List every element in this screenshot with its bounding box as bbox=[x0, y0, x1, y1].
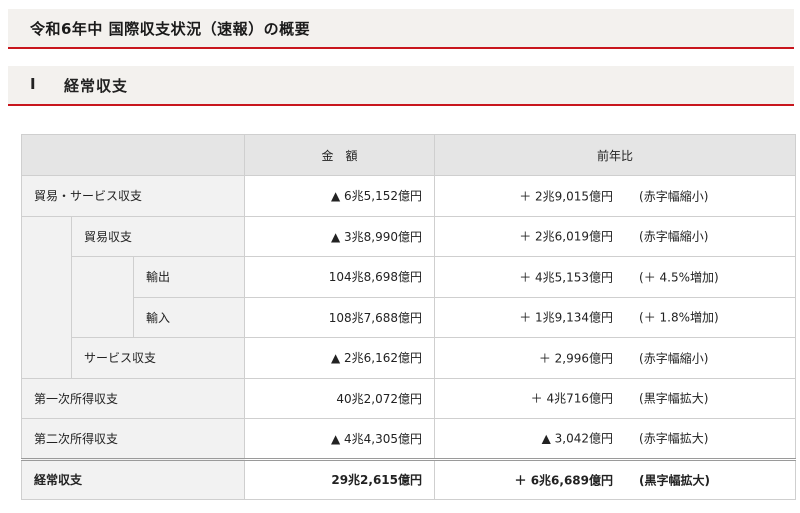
row-amount: ▲ 3兆8,990億円 bbox=[244, 215, 436, 257]
table-row: 貿易・サービス収支 ▲ 6兆5,152億円 ＋ 2兆9,015億円 (赤字幅縮小… bbox=[20, 175, 797, 217]
row-yoy: ＋ 2兆9,015億円 (赤字幅縮小) bbox=[434, 175, 797, 217]
row-label: 貿易・サービス収支 bbox=[20, 175, 246, 217]
row-note: (赤字幅縮小) bbox=[639, 189, 709, 204]
row-change: ＋ 2兆9,015億円 bbox=[519, 189, 614, 204]
row-amount: 29兆2,615億円 bbox=[244, 457, 436, 500]
row-label: サービス収支 bbox=[70, 337, 246, 379]
page-title-bar: 令和6年中 国際収支状況（速報）の概要 bbox=[8, 9, 794, 49]
row-note: (赤字幅縮小) bbox=[639, 351, 709, 366]
row-yoy: ＋ 4兆716億円 (黒字幅拡大) bbox=[434, 377, 797, 419]
row-label: 貿易収支 bbox=[70, 215, 246, 257]
row-label: 経常収支 bbox=[20, 457, 246, 500]
row-amount: ▲ 6兆5,152億円 bbox=[244, 175, 436, 217]
table-row: 第一次所得収支 40兆2,072億円 ＋ 4兆716億円 (黒字幅拡大) bbox=[20, 377, 797, 419]
row-yoy: ＋ 6兆6,689億円 (黒字幅拡大) bbox=[434, 457, 797, 500]
table-row: 貿易収支 ▲ 3兆8,990億円 ＋ 2兆6,019億円 (赤字幅縮小) bbox=[21, 215, 797, 379]
row-yoy: ＋ 2兆6,019億円 (赤字幅縮小) bbox=[434, 215, 797, 257]
header-amount: 金 額 bbox=[244, 134, 436, 176]
table-row: サービス収支 ▲ 2兆6,162億円 ＋ 2,996億円 (赤字幅縮小) bbox=[22, 337, 797, 379]
section-number: Ⅰ bbox=[30, 75, 36, 93]
table-row: 輸入 108兆7,688億円 ＋ 1兆9,134億円 (＋ 1.8%増加) bbox=[22, 296, 797, 338]
row-amount: ▲ 4兆4,305億円 bbox=[244, 418, 436, 460]
indent-spacer bbox=[71, 256, 134, 338]
row-yoy: ▲ 3,042億円 (赤字幅拡大) bbox=[434, 418, 797, 460]
indent-spacer bbox=[21, 215, 72, 379]
row-note: (黒字幅拡大) bbox=[639, 473, 710, 488]
row-label: 第一次所得収支 bbox=[20, 377, 246, 419]
row-change: ▲ 3,042億円 bbox=[541, 431, 614, 446]
row-change: ＋ 2兆6,019億円 bbox=[519, 229, 614, 244]
row-change: ＋ 4兆716億円 bbox=[530, 391, 614, 406]
row-change: ＋ 1兆9,134億円 bbox=[519, 310, 614, 325]
row-yoy: ＋ 1兆9,134億円 (＋ 1.8%増加) bbox=[434, 296, 797, 338]
table-header-row: 金 額 前年比 bbox=[20, 134, 797, 176]
table-row: 第二次所得収支 ▲ 4兆4,305億円 ▲ 3,042億円 (赤字幅拡大) bbox=[20, 418, 797, 460]
row-label: 輸出 bbox=[132, 256, 246, 298]
row-yoy: ＋ 2,996億円 (赤字幅縮小) bbox=[434, 337, 797, 379]
row-label: 輸入 bbox=[132, 296, 246, 338]
row-note: (赤字幅縮小) bbox=[639, 229, 709, 244]
row-note: (黒字幅拡大) bbox=[639, 391, 709, 406]
row-change: ＋ 6兆6,689億円 bbox=[514, 473, 614, 488]
row-amount: ▲ 2兆6,162億円 bbox=[244, 337, 436, 379]
section-title: 経常収支 bbox=[64, 77, 129, 95]
row-amount: 40兆2,072億円 bbox=[244, 377, 436, 419]
table-row: 輸出 104兆8,698億円 ＋ 4兆5,153億円 (＋ 4.5%増加) bbox=[22, 256, 797, 338]
row-note: (＋ 1.8%増加) bbox=[639, 310, 719, 325]
row-change: ＋ 2,996億円 bbox=[538, 351, 614, 366]
row-note: (赤字幅拡大) bbox=[639, 431, 709, 446]
row-amount: 108兆7,688億円 bbox=[244, 296, 436, 338]
row-change: ＋ 4兆5,153億円 bbox=[519, 270, 614, 285]
header-corner bbox=[20, 134, 246, 176]
header-yoy: 前年比 bbox=[434, 134, 797, 176]
current-account-table: 金 額 前年比 貿易・サービス収支 ▲ 6兆5,152億円 ＋ 2兆9,015億… bbox=[20, 134, 797, 500]
row-amount: 104兆8,698億円 bbox=[244, 256, 436, 298]
page-title: 令和6年中 国際収支状況（速報）の概要 bbox=[30, 20, 311, 38]
total-row: 経常収支 29兆2,615億円 ＋ 6兆6,689億円 (黒字幅拡大) bbox=[20, 457, 797, 500]
row-label: 第二次所得収支 bbox=[20, 418, 246, 460]
row-yoy: ＋ 4兆5,153億円 (＋ 4.5%増加) bbox=[434, 256, 797, 298]
row-note: (＋ 4.5%増加) bbox=[639, 270, 719, 285]
section-header: Ⅰ 経常収支 bbox=[8, 66, 794, 106]
